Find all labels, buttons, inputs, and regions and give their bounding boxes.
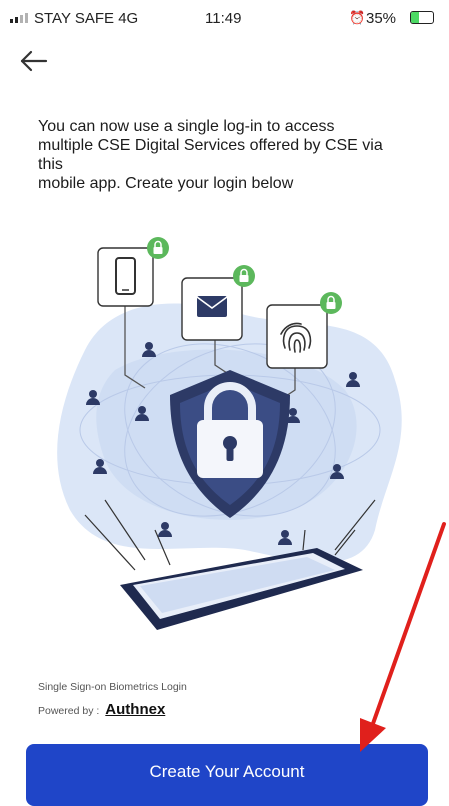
tablet-icon <box>120 548 363 630</box>
sso-caption: Single Sign-on Biometrics Login <box>38 681 187 693</box>
battery-percentage: 35% <box>366 10 397 27</box>
smartphone-card <box>97 237 169 307</box>
envelope-icon <box>197 296 227 317</box>
back-button[interactable] <box>18 44 52 78</box>
arrow-left-icon <box>20 50 48 72</box>
intro-text: You can now use a single log-in to acces… <box>38 117 423 193</box>
carrier-label: STAY SAFE 4G <box>34 10 139 27</box>
status-bar: STAY SAFE 4G 11:49 ⏰ 35% <box>0 0 449 42</box>
security-illustration <box>57 237 402 630</box>
battery-icon <box>410 11 434 24</box>
authnex-link[interactable]: Authnex <box>105 701 165 718</box>
status-time: 11:49 <box>205 10 242 27</box>
powered-by-label: Powered by : <box>38 705 100 717</box>
create-account-button[interactable]: Create Your Account <box>26 744 428 806</box>
alarm-icon: ⏰ <box>349 10 366 25</box>
intro-line: You can now use a single log-in to acces… <box>38 118 335 135</box>
signal-icon <box>10 13 28 23</box>
powered-by-row: Powered by : Authnex <box>38 701 165 718</box>
intro-line: this <box>38 156 63 173</box>
intro-line: mobile app. Create your login below <box>38 175 294 192</box>
intro-line: multiple CSE Digital Services offered by… <box>38 137 383 154</box>
